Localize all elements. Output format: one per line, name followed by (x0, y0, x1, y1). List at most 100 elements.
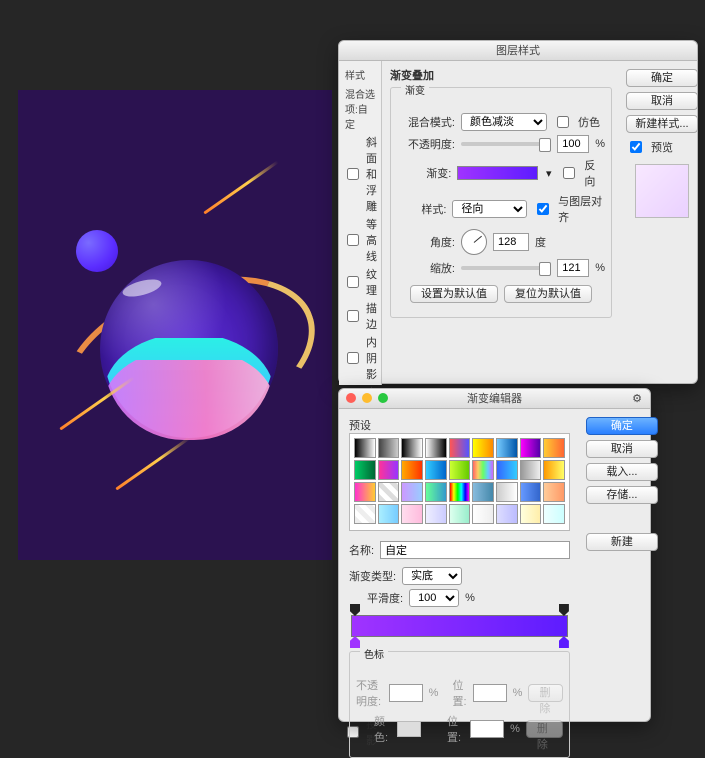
stop-position-input (473, 684, 507, 702)
preset-swatch[interactable] (401, 504, 423, 524)
preset-swatch[interactable] (354, 438, 376, 458)
preset-swatch[interactable] (354, 482, 376, 502)
preset-swatch[interactable] (520, 460, 542, 480)
preset-swatch[interactable] (496, 482, 518, 502)
ok-button[interactable]: 确定 (626, 69, 698, 87)
minimize-icon[interactable] (362, 393, 372, 403)
effect-4[interactable]: 内阴影 (339, 333, 381, 383)
preset-swatch[interactable] (401, 438, 423, 458)
effect-checkbox[interactable] (347, 310, 359, 322)
angle-label: 角度: (397, 234, 455, 250)
dropdown-icon[interactable]: ▾ (544, 167, 553, 180)
preset-swatch[interactable] (378, 482, 400, 502)
angle-unit: 度 (535, 234, 546, 250)
dialog-titlebar[interactable]: 图层样式 (339, 41, 697, 61)
effect-2[interactable]: 纹理 (339, 265, 381, 299)
style-select[interactable]: 径向 (452, 200, 527, 218)
preset-swatch[interactable] (543, 460, 565, 480)
preset-swatch[interactable] (520, 482, 542, 502)
preset-swatch[interactable] (401, 460, 423, 480)
preset-swatch[interactable] (425, 438, 447, 458)
preset-swatch[interactable] (378, 460, 400, 480)
effect-checkbox[interactable] (347, 168, 359, 180)
preset-swatch[interactable] (472, 482, 494, 502)
preset-swatch[interactable] (520, 504, 542, 524)
dialog-titlebar[interactable]: 渐变编辑器 ⚙ (339, 389, 650, 409)
opacity-slider[interactable] (461, 142, 551, 146)
gear-icon[interactable]: ⚙ (632, 389, 642, 409)
new-button[interactable]: 新建 (586, 533, 658, 551)
scale-label: 缩放: (397, 260, 455, 276)
align-checkbox[interactable] (537, 203, 549, 215)
delete-stop-button: 删除 (526, 720, 563, 738)
cancel-button[interactable]: 取消 (626, 92, 698, 110)
moon-shape (76, 230, 118, 272)
cancel-button[interactable]: 取消 (586, 440, 658, 458)
preview-swatch (635, 164, 689, 218)
blend-mode-select[interactable]: 颜色减淡 (461, 113, 547, 131)
effect-0[interactable]: 斜面和浮雕 (339, 133, 381, 215)
opacity-input[interactable] (557, 135, 589, 153)
stop-color-label: 颜色: (374, 713, 391, 745)
artwork-canvas (18, 90, 332, 560)
stop-position-input (470, 720, 504, 738)
angle-input[interactable] (493, 233, 529, 251)
effect-label: 斜面和浮雕 (366, 134, 377, 214)
window-controls[interactable] (346, 393, 388, 403)
preset-swatch[interactable] (425, 460, 447, 480)
smooth-label: 平滑度: (367, 590, 403, 606)
gradient-bar[interactable] (351, 615, 568, 637)
type-select[interactable]: 实底 (402, 567, 462, 585)
new-style-button[interactable]: 新建样式... (626, 115, 698, 133)
reverse-checkbox[interactable] (563, 167, 575, 179)
scale-input[interactable] (557, 259, 589, 277)
gradient-preview[interactable] (457, 166, 538, 180)
color-stop[interactable] (559, 636, 569, 648)
set-default-button[interactable]: 设置为默认值 (410, 285, 498, 303)
opacity-stop[interactable] (350, 604, 360, 616)
preset-swatch[interactable] (472, 460, 494, 480)
effect-checkbox[interactable] (347, 276, 359, 288)
save-button[interactable]: 存储... (586, 486, 658, 504)
preview-checkbox[interactable] (630, 141, 642, 153)
preset-swatch[interactable] (354, 460, 376, 480)
preset-swatch[interactable] (449, 438, 471, 458)
effect-checkbox[interactable] (347, 352, 359, 364)
effects-list: 样式 混合选项:自定 斜面和浮雕等高线纹理描边内阴影内发光光泽颜色叠加渐变叠加图… (339, 61, 382, 385)
preset-swatch[interactable] (472, 504, 494, 524)
preset-swatch[interactable] (354, 504, 376, 524)
name-input[interactable] (380, 541, 570, 559)
close-icon[interactable] (346, 393, 356, 403)
preset-swatch[interactable] (378, 438, 400, 458)
preset-swatch[interactable] (543, 438, 565, 458)
color-stop[interactable] (350, 636, 360, 648)
reset-default-button[interactable]: 复位为默认值 (504, 285, 592, 303)
scale-slider[interactable] (461, 266, 551, 270)
effect-3[interactable]: 描边 (339, 299, 381, 333)
effect-1[interactable]: 等高线 (339, 215, 381, 265)
dither-checkbox[interactable] (557, 116, 569, 128)
blending-header[interactable]: 混合选项:自定 (339, 84, 381, 133)
preset-swatch[interactable] (425, 504, 447, 524)
preset-swatch[interactable] (496, 504, 518, 524)
load-button[interactable]: 载入... (586, 463, 658, 481)
effect-checkbox[interactable] (347, 234, 359, 246)
ok-button[interactable]: 确定 (586, 417, 658, 435)
preset-swatch[interactable] (543, 482, 565, 502)
preset-swatch[interactable] (472, 438, 494, 458)
angle-dial[interactable] (461, 229, 487, 255)
gradient-label: 渐变: (397, 165, 451, 181)
zoom-icon[interactable] (378, 393, 388, 403)
preset-swatch[interactable] (449, 460, 471, 480)
preset-swatch[interactable] (520, 438, 542, 458)
preset-swatch[interactable] (496, 460, 518, 480)
preset-swatch[interactable] (449, 504, 471, 524)
smooth-select[interactable]: 100 (409, 589, 459, 607)
preset-swatch[interactable] (496, 438, 518, 458)
preset-swatch[interactable] (449, 482, 471, 502)
preset-swatch[interactable] (378, 504, 400, 524)
preset-swatch[interactable] (425, 482, 447, 502)
opacity-stop[interactable] (559, 604, 569, 616)
preset-swatch[interactable] (543, 504, 565, 524)
preset-swatch[interactable] (401, 482, 423, 502)
